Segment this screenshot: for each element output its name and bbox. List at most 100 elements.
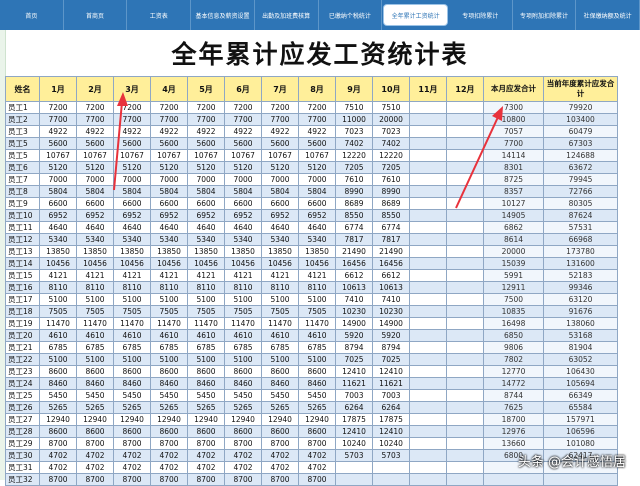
table-cell[interactable]: 8700 [150, 437, 188, 450]
table-cell[interactable]: 10230 [372, 305, 410, 318]
table-cell[interactable]: 8600 [39, 365, 77, 378]
table-cell[interactable]: 11470 [150, 317, 188, 330]
table-cell[interactable]: 5120 [150, 161, 188, 174]
table-cell[interactable]: 79920 [543, 101, 618, 114]
table-cell[interactable]: 16456 [335, 257, 373, 270]
table-cell[interactable]: 10456 [298, 257, 336, 270]
table-cell[interactable]: 5340 [39, 233, 77, 246]
table-cell[interactable]: 12220 [335, 149, 373, 162]
table-cell[interactable]: 5340 [261, 233, 299, 246]
table-cell[interactable]: 8600 [298, 425, 336, 438]
table-cell[interactable]: 5100 [298, 353, 336, 366]
column-header[interactable]: 2月 [76, 76, 114, 102]
column-header[interactable]: 8月 [298, 76, 336, 102]
column-header[interactable]: 9月 [335, 76, 373, 102]
table-cell[interactable]: 4922 [113, 125, 151, 138]
table-cell[interactable]: 7200 [187, 101, 225, 114]
table-cell[interactable]: 4121 [113, 269, 151, 282]
table-cell[interactable]: 4640 [150, 221, 188, 234]
table-cell[interactable]: 4121 [39, 269, 77, 282]
table-cell[interactable]: 8700 [39, 437, 77, 450]
table-cell[interactable]: 12911 [483, 281, 544, 294]
table-cell[interactable]: 13850 [298, 245, 336, 258]
table-cell[interactable]: 5120 [39, 161, 77, 174]
table-cell[interactable]: 7000 [224, 173, 262, 186]
nav-button-7[interactable]: 全年累计工资统计 [384, 5, 447, 25]
table-cell[interactable] [409, 245, 447, 258]
table-cell[interactable]: 5600 [150, 137, 188, 150]
table-cell[interactable]: 10127 [483, 197, 544, 210]
table-cell[interactable]: 5100 [113, 353, 151, 366]
table-cell[interactable]: 106596 [543, 425, 618, 438]
table-cell[interactable] [446, 305, 484, 318]
employee-name-cell[interactable]: 员工24 [5, 377, 40, 390]
table-cell[interactable]: 7300 [483, 101, 544, 114]
table-cell[interactable]: 8550 [372, 209, 410, 222]
table-cell[interactable]: 8600 [187, 365, 225, 378]
table-cell[interactable]: 8600 [76, 365, 114, 378]
table-cell[interactable] [446, 341, 484, 354]
table-cell[interactable]: 7505 [39, 305, 77, 318]
column-header[interactable]: 姓名 [5, 76, 40, 102]
table-cell[interactable]: 4922 [150, 125, 188, 138]
table-cell[interactable]: 4121 [150, 269, 188, 282]
table-cell[interactable]: 8614 [483, 233, 544, 246]
table-cell[interactable]: 8600 [150, 425, 188, 438]
table-cell[interactable]: 12220 [372, 149, 410, 162]
table-cell[interactable]: 12410 [372, 425, 410, 438]
table-cell[interactable] [446, 377, 484, 390]
table-cell[interactable]: 6952 [261, 209, 299, 222]
employee-name-cell[interactable]: 员工13 [5, 245, 40, 258]
table-cell[interactable]: 4702 [298, 461, 336, 474]
table-cell[interactable] [446, 137, 484, 150]
table-cell[interactable]: 6264 [372, 401, 410, 414]
table-cell[interactable]: 8600 [224, 365, 262, 378]
table-cell[interactable]: 4121 [187, 269, 225, 282]
table-cell[interactable] [446, 245, 484, 258]
table-cell[interactable]: 10767 [113, 149, 151, 162]
table-cell[interactable]: 8700 [224, 437, 262, 450]
table-cell[interactable] [446, 161, 484, 174]
table-cell[interactable]: 4640 [39, 221, 77, 234]
table-cell[interactable] [409, 317, 447, 330]
table-cell[interactable]: 6785 [224, 341, 262, 354]
table-cell[interactable]: 7200 [113, 101, 151, 114]
table-cell[interactable]: 8700 [261, 437, 299, 450]
table-cell[interactable]: 8110 [298, 281, 336, 294]
table-cell[interactable]: 5120 [113, 161, 151, 174]
table-cell[interactable]: 12940 [113, 413, 151, 426]
table-cell[interactable]: 80305 [543, 197, 618, 210]
table-cell[interactable]: 7003 [335, 389, 373, 402]
table-cell[interactable]: 8301 [483, 161, 544, 174]
table-cell[interactable] [446, 185, 484, 198]
table-cell[interactable]: 11470 [39, 317, 77, 330]
table-cell[interactable] [409, 161, 447, 174]
table-cell[interactable]: 8600 [39, 425, 77, 438]
table-cell[interactable]: 7200 [76, 101, 114, 114]
employee-name-cell[interactable]: 员工3 [5, 125, 40, 138]
employee-name-cell[interactable]: 员工23 [5, 365, 40, 378]
table-cell[interactable]: 8725 [483, 173, 544, 186]
table-cell[interactable] [409, 377, 447, 390]
table-cell[interactable]: 4922 [261, 125, 299, 138]
table-cell[interactable]: 8110 [113, 281, 151, 294]
table-cell[interactable]: 5100 [187, 293, 225, 306]
table-cell[interactable]: 6774 [372, 221, 410, 234]
table-cell[interactable] [446, 281, 484, 294]
nav-button-3[interactable]: 工资表 [127, 0, 192, 30]
table-cell[interactable] [409, 197, 447, 210]
table-cell[interactable]: 16498 [483, 317, 544, 330]
employee-name-cell[interactable]: 员工27 [5, 413, 40, 426]
table-cell[interactable]: 7505 [150, 305, 188, 318]
table-cell[interactable]: 124688 [543, 149, 618, 162]
table-cell[interactable]: 6785 [187, 341, 225, 354]
table-cell[interactable]: 5450 [224, 389, 262, 402]
table-cell[interactable]: 5265 [150, 401, 188, 414]
table-cell[interactable]: 5450 [76, 389, 114, 402]
employee-name-cell[interactable]: 员工26 [5, 401, 40, 414]
table-cell[interactable]: 5100 [261, 293, 299, 306]
table-cell[interactable]: 4610 [39, 329, 77, 342]
table-cell[interactable]: 6952 [76, 209, 114, 222]
table-cell[interactable]: 5450 [150, 389, 188, 402]
table-cell[interactable]: 13850 [187, 245, 225, 258]
